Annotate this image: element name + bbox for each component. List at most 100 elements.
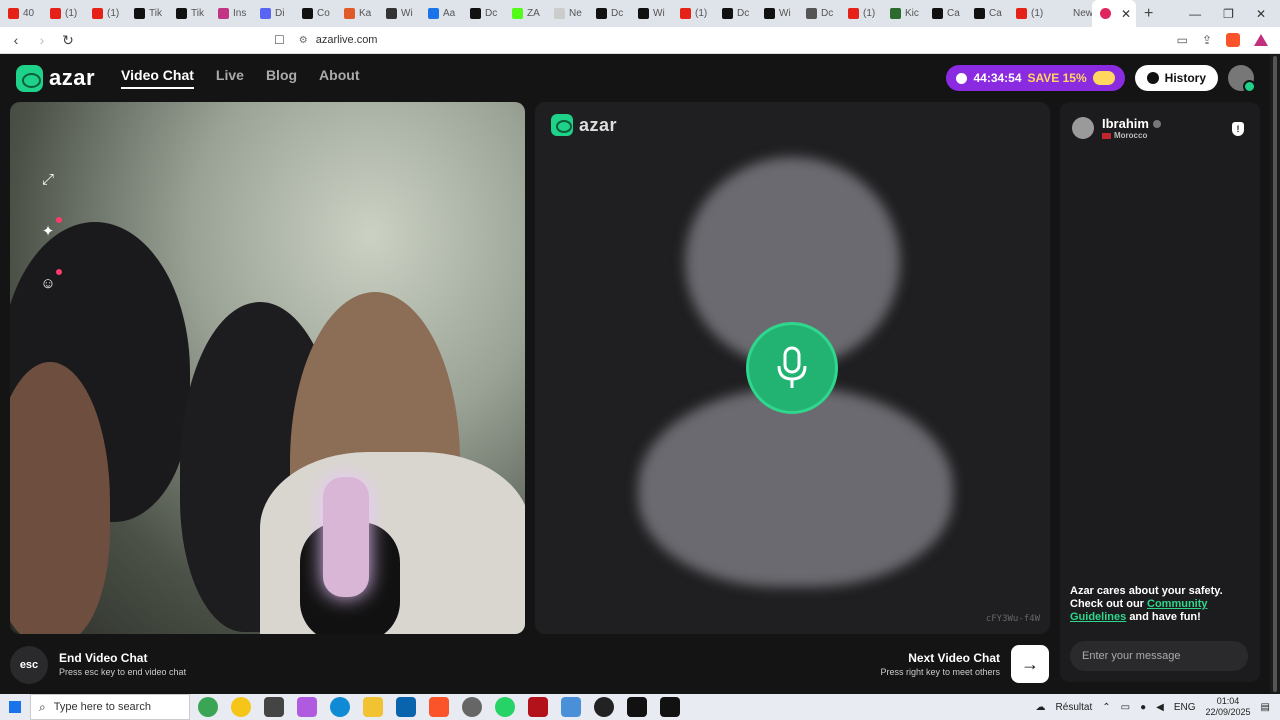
- weather-label[interactable]: Résultat: [1056, 702, 1093, 713]
- share-icon[interactable]: ⇪: [1202, 33, 1212, 47]
- capcut-icon[interactable]: [627, 697, 647, 717]
- browser-tab[interactable]: 40: [0, 0, 42, 27]
- tab-favicon-icon: [344, 8, 355, 19]
- nav-blog[interactable]: Blog: [266, 67, 297, 89]
- browser-tab[interactable]: (1): [1008, 0, 1050, 27]
- nav-video-chat[interactable]: Video Chat: [121, 67, 194, 89]
- taskbar-clock[interactable]: 01:04 22/09/2025: [1206, 696, 1251, 718]
- browser-tab[interactable]: Wi: [756, 0, 798, 27]
- report-icon[interactable]: !: [1232, 122, 1244, 136]
- tab-label: Wi: [653, 8, 665, 19]
- settings-icon[interactable]: [462, 697, 482, 717]
- edge-icon[interactable]: [330, 697, 350, 717]
- tab-label: Kic: [905, 8, 919, 19]
- browser-tab[interactable]: Dc: [588, 0, 630, 27]
- forward-icon[interactable]: ›: [32, 32, 52, 48]
- file-explorer-icon[interactable]: [363, 697, 383, 717]
- language-indicator[interactable]: ENG: [1174, 702, 1196, 713]
- browser-tab[interactable]: (1): [672, 0, 714, 27]
- history-button[interactable]: History: [1134, 65, 1218, 91]
- browser-tab[interactable]: Tik: [168, 0, 210, 27]
- weather-icon[interactable]: ☁: [1036, 702, 1046, 713]
- profile-avatar[interactable]: [1228, 65, 1256, 93]
- browser-tab[interactable]: Ne: [546, 0, 588, 27]
- brave-shield-icon[interactable]: [1226, 33, 1240, 47]
- brave-icon[interactable]: [429, 697, 449, 717]
- reload-icon[interactable]: ↻: [58, 32, 78, 49]
- tab-favicon-icon: [890, 8, 901, 19]
- message-input[interactable]: [1070, 641, 1248, 671]
- brave-rewards-icon[interactable]: [1254, 34, 1268, 46]
- bookmark-icon[interactable]: ☐: [274, 33, 285, 47]
- gems-icon: [1092, 71, 1115, 85]
- scrollbar-thumb[interactable]: [1273, 56, 1277, 692]
- browser-tab[interactable]: Dc: [462, 0, 504, 27]
- browser-tab[interactable]: ZA: [504, 0, 546, 27]
- page-scrollbar[interactable]: [1270, 54, 1280, 694]
- partner-info[interactable]: Ibrahim Morocco: [1072, 116, 1161, 140]
- end-chat-hint: Press esc key to end video chat: [59, 667, 187, 677]
- new-tab-button[interactable]: +: [1144, 5, 1153, 23]
- app-dark-icon[interactable]: [594, 697, 614, 717]
- app-red-icon[interactable]: [528, 697, 548, 717]
- browser-tab[interactable]: Ka: [336, 0, 378, 27]
- start-button[interactable]: [0, 701, 30, 713]
- tab-favicon-icon: [554, 8, 565, 19]
- notifications-icon[interactable]: ▤: [1261, 702, 1270, 713]
- network-icon[interactable]: ▭: [1121, 702, 1130, 713]
- browser-tab[interactable]: (1): [42, 0, 84, 27]
- local-video: ⤢ ✦ ☺: [10, 102, 525, 634]
- browser-tab[interactable]: (1): [840, 0, 882, 27]
- browser-tab[interactable]: Co: [294, 0, 336, 27]
- nav-about[interactable]: About: [319, 67, 359, 89]
- browser-tab[interactable]: Ca: [966, 0, 1008, 27]
- main-nav: Video Chat Live Blog About: [121, 67, 359, 89]
- mic-button[interactable]: [746, 322, 838, 414]
- effects-icon[interactable]: ✦: [37, 217, 62, 242]
- weather-app-icon[interactable]: [231, 697, 251, 717]
- nav-live[interactable]: Live: [216, 67, 244, 89]
- browser-tab[interactable]: Di: [252, 0, 294, 27]
- browser-tab[interactable]: (1): [84, 0, 126, 27]
- site-info-icon[interactable]: ⚙: [299, 35, 308, 46]
- task-view-icon[interactable]: [264, 697, 284, 717]
- browser-tab[interactable]: Dc: [798, 0, 840, 27]
- browser-tab[interactable]: Ins: [210, 0, 252, 27]
- cast-icon[interactable]: ▭: [1177, 33, 1188, 47]
- end-chat-button[interactable]: esc: [10, 646, 48, 684]
- chevron-up-icon[interactable]: ⌃: [1102, 702, 1110, 713]
- browser-tab[interactable]: Ca: [924, 0, 966, 27]
- browser-tab[interactable]: Tik: [126, 0, 168, 27]
- minimize-icon[interactable]: —: [1189, 7, 1201, 21]
- whatsapp-icon[interactable]: [495, 697, 515, 717]
- browser-tab[interactable]: Wi: [630, 0, 672, 27]
- clock-date: 22/09/2025: [1205, 707, 1251, 717]
- sticker-icon[interactable]: ☺: [37, 269, 62, 294]
- azar-logo[interactable]: azar: [16, 64, 95, 92]
- browser-tab[interactable]: Kic: [882, 0, 924, 27]
- volume-icon[interactable]: ◀: [1156, 702, 1164, 713]
- microphone-icon: [777, 346, 807, 388]
- browser-tab[interactable]: New t: [1050, 0, 1092, 27]
- capcut-icon-2[interactable]: [660, 697, 680, 717]
- next-chat-button[interactable]: →: [1011, 645, 1049, 683]
- browser-tab[interactable]: Wi: [378, 0, 420, 27]
- maximize-icon[interactable]: ❐: [1223, 7, 1234, 21]
- app-blue-icon[interactable]: [561, 697, 581, 717]
- globe-app-icon[interactable]: [198, 697, 218, 717]
- stream-id: cFY3Wu-f4W: [985, 614, 1040, 624]
- url-field[interactable]: azarlive.com: [316, 34, 378, 46]
- taskbar-search[interactable]: ⌕ Type here to search: [30, 694, 190, 720]
- browser-tab[interactable]: Aa: [420, 0, 462, 27]
- active-browser-tab[interactable]: ✕: [1092, 0, 1136, 27]
- promo-button[interactable]: 44:34:54 SAVE 15%: [946, 65, 1125, 91]
- back-icon[interactable]: ‹: [6, 32, 26, 48]
- expand-icon[interactable]: ⤢: [37, 168, 59, 190]
- mic-tray-icon[interactable]: ●: [1140, 702, 1146, 713]
- close-tab-icon[interactable]: ✕: [1121, 7, 1131, 21]
- outlook-icon[interactable]: [396, 697, 416, 717]
- copilot-icon[interactable]: [297, 697, 317, 717]
- tab-favicon-icon: [974, 8, 985, 19]
- close-window-icon[interactable]: ✕: [1256, 7, 1266, 21]
- browser-tab[interactable]: Dc: [714, 0, 756, 27]
